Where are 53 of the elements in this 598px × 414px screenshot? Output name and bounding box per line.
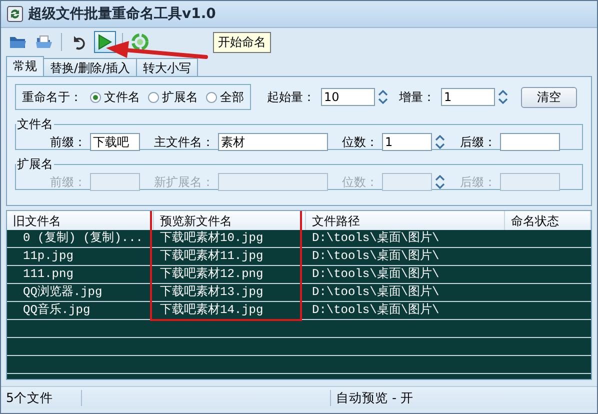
field-label: 位数：: [342, 134, 378, 150]
table-cell: 下载吧素材11.jpg: [160, 248, 264, 265]
spin-arrows-icon[interactable]: [377, 89, 389, 105]
table-cell: D:\tools\桌面\图片\: [312, 266, 440, 283]
radio-option[interactable]: 扩展名: [148, 88, 198, 106]
field-label: 主文件名：: [154, 134, 214, 150]
table-cell: 下载吧素材12.png: [160, 266, 264, 283]
table-cell: 11p.jpg: [23, 248, 74, 265]
radio-button[interactable]: [206, 92, 217, 102]
table-cell: D:\tools\桌面\图片\: [312, 302, 440, 319]
group-title: 扩展名: [16, 156, 54, 173]
table-cell: 下载吧素材13.jpg: [160, 284, 264, 301]
table-cell: 下载吧素材10.jpg: [160, 230, 264, 247]
field-label: 重命名于：: [22, 88, 82, 106]
tab[interactable]: 替换/删除/插入: [43, 58, 138, 76]
table-cell: 0 (复制) (复制)...: [23, 230, 144, 247]
input-field[interactable]: 素材: [218, 133, 328, 151]
input-field[interactable]: 下载吧: [90, 133, 140, 151]
play-icon[interactable]: [94, 31, 116, 53]
field-label: 后缀：: [460, 134, 496, 150]
table-cell: QQ浏览器.jpg: [23, 284, 102, 301]
field-label: 前缀：: [50, 134, 86, 150]
number-field[interactable]: 10: [321, 88, 375, 106]
input-field[interactable]: [500, 133, 560, 151]
table-cell: D:\tools\桌面\图片\: [312, 284, 440, 301]
group-title: 文件名: [16, 116, 54, 133]
field-label: 前缀：: [50, 174, 86, 190]
tab[interactable]: 常规: [6, 56, 44, 76]
refresh-icon: [7, 6, 23, 22]
radio-option[interactable]: 全部: [206, 88, 244, 106]
field-label: 增量：: [399, 88, 435, 106]
number-field[interactable]: 1: [441, 88, 495, 106]
spin-arrows-icon[interactable]: [497, 89, 509, 105]
status-text: 自动预览 - 开: [335, 390, 414, 406]
radio-button[interactable]: [148, 92, 159, 102]
clear-button[interactable]: 清空: [521, 86, 577, 108]
spin-arrows-icon[interactable]: [434, 134, 446, 150]
field-label: 后缀：: [460, 174, 496, 190]
tooltip: 开始命名: [213, 32, 271, 53]
table-cell: D:\tools\桌面\图片\: [312, 248, 440, 265]
input-field[interactable]: 1: [382, 133, 432, 151]
field-label: 起始量：: [267, 88, 315, 106]
radio-option[interactable]: 文件名: [90, 88, 140, 106]
window-title: 超级文件批量重命名工具v1.0: [28, 5, 216, 23]
status-text: 5个文件: [5, 390, 54, 406]
field-label: 位数：: [342, 174, 378, 190]
tab[interactable]: 转大小写: [136, 58, 198, 76]
field-label: 新扩展名：: [154, 174, 214, 190]
table-cell: QQ音乐.jpg: [23, 302, 90, 319]
table-cell: 111.png: [23, 266, 74, 283]
radio-button[interactable]: [90, 92, 101, 102]
table-cell: D:\tools\桌面\图片\: [312, 230, 440, 247]
table-cell: 下载吧素材14.jpg: [160, 302, 264, 319]
